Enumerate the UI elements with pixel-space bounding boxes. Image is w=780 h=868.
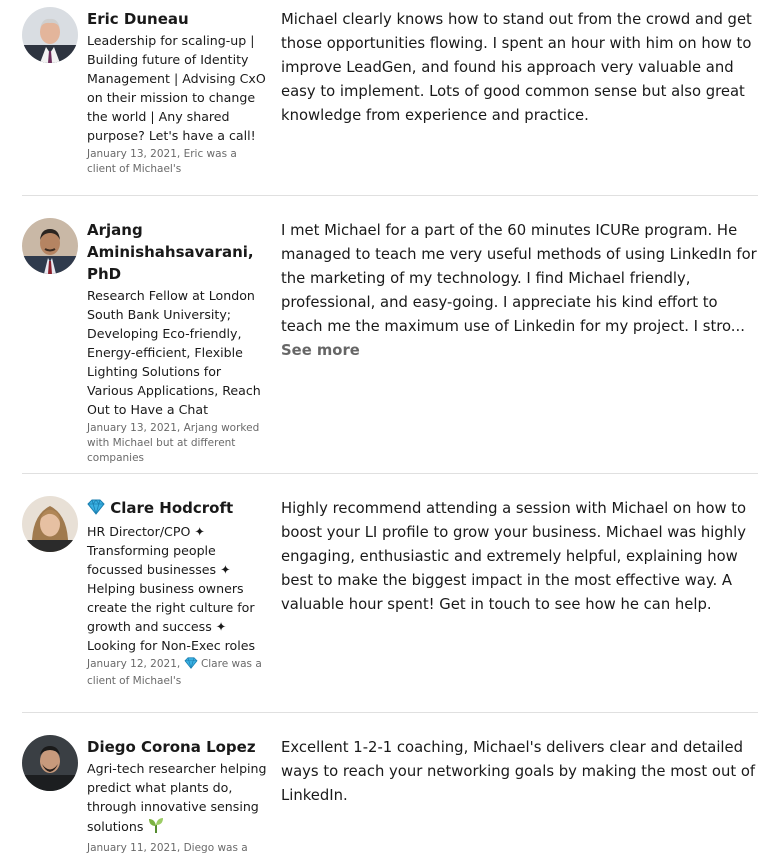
avatar-photo xyxy=(22,735,78,791)
recommendation-body: I met Michael for a part of the 60 minut… xyxy=(281,222,757,335)
recommendation-date-prefix: January 12, 2021, xyxy=(87,658,181,670)
recommendation-body: Michael clearly knows how to stand out f… xyxy=(281,11,752,124)
recommendation-text: I met Michael for a part of the 60 minut… xyxy=(281,219,758,363)
recommendation-date-row: January 12, 2021, Clare was a client of … xyxy=(87,657,267,689)
recommender-headline: HR Director/CPO ✦ Transforming people fo… xyxy=(87,524,256,653)
avatar-photo xyxy=(22,218,78,274)
recommender-meta: Arjang Aminishahsavarani, PhD Research F… xyxy=(87,219,267,466)
recommendation-item: Arjang Aminishahsavarani, PhD Research F… xyxy=(22,211,758,474)
recommendation-text: Michael clearly knows how to stand out f… xyxy=(281,8,758,128)
recommendation-item: Clare Hodcroft HR Director/CPO ✦ Transfo… xyxy=(22,489,758,713)
recommender-meta: Clare Hodcroft HR Director/CPO ✦ Transfo… xyxy=(87,497,267,689)
recommendation-body: Highly recommend attending a session wit… xyxy=(281,500,747,613)
avatar[interactable] xyxy=(22,735,78,791)
recommender-headline: Leadership for scaling-up | Building fut… xyxy=(87,33,266,143)
recommendation-text: Highly recommend attending a session wit… xyxy=(281,497,758,617)
avatar[interactable] xyxy=(22,218,78,274)
recommender-name-row[interactable]: Clare Hodcroft xyxy=(87,497,267,521)
recommender-meta: Diego Corona Lopez Agri-tech researcher … xyxy=(87,736,267,856)
avatar-photo xyxy=(22,496,78,552)
recommendation-body: Excellent 1-2-1 coaching, Michael's deli… xyxy=(281,739,756,804)
see-more-link[interactable]: See more xyxy=(281,342,360,359)
recommender-name: Clare Hodcroft xyxy=(110,499,234,517)
avatar[interactable] xyxy=(22,7,78,63)
recommendation-item: Diego Corona Lopez Agri-tech researcher … xyxy=(22,728,758,868)
recommender-headline: Research Fellow at London South Bank Uni… xyxy=(87,288,261,417)
recommender-headline: Agri-tech researcher helping predict wha… xyxy=(87,761,267,834)
recommendation-date: January 11, 2021, Diego was a xyxy=(87,842,248,854)
gem-icon xyxy=(87,499,105,521)
avatar[interactable] xyxy=(22,496,78,552)
recommender-headline-row: Agri-tech researcher helping predict wha… xyxy=(87,759,267,839)
recommendation-text: Excellent 1-2-1 coaching, Michael's deli… xyxy=(281,736,758,808)
avatar-photo xyxy=(22,7,78,63)
recommendation-item: Eric Duneau Leadership for scaling-up | … xyxy=(22,0,758,196)
recommendation-date: January 13, 2021, Eric was a client of M… xyxy=(87,148,237,175)
seedling-icon xyxy=(147,816,165,839)
gem-icon xyxy=(184,657,198,674)
recommender-meta: Eric Duneau Leadership for scaling-up | … xyxy=(87,8,267,177)
recommender-name[interactable]: Diego Corona Lopez xyxy=(87,736,267,758)
recommendations-list: Eric Duneau Leadership for scaling-up | … xyxy=(0,0,780,868)
recommender-name[interactable]: Eric Duneau xyxy=(87,8,267,30)
recommender-name[interactable]: Arjang Aminishahsavarani, PhD xyxy=(87,219,267,285)
recommendation-date: January 13, 2021, Arjang worked with Mic… xyxy=(87,422,260,464)
